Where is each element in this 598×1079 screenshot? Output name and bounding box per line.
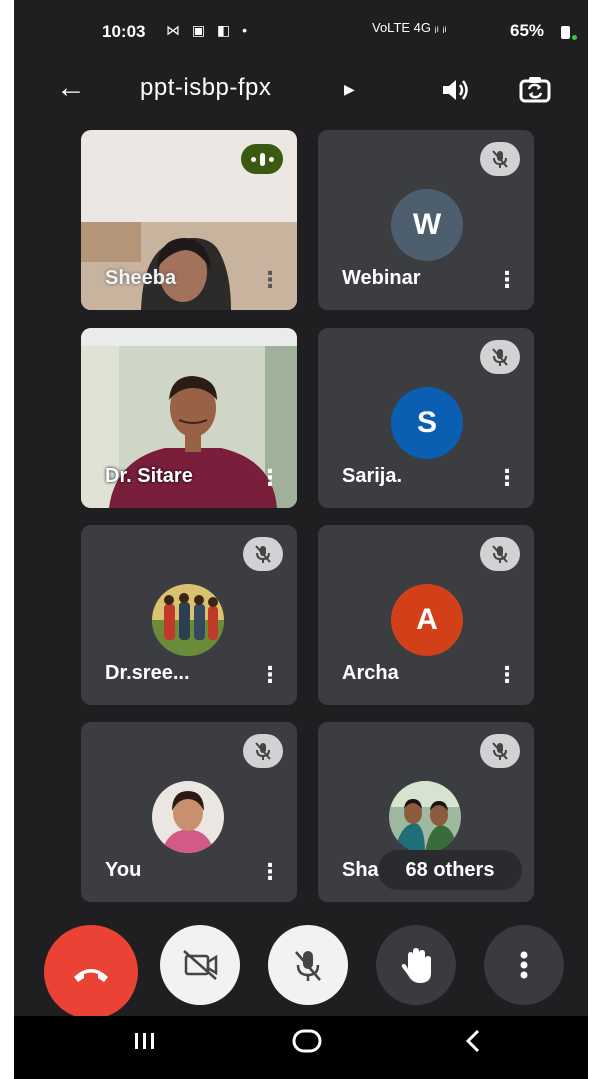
participant-avatar-photo — [152, 584, 224, 656]
mic-muted-icon — [243, 537, 283, 571]
status-time: 10:03 — [102, 22, 146, 41]
charging-dot-icon — [572, 35, 577, 40]
system-nav-bar — [14, 1016, 588, 1079]
participant-avatar: W — [391, 189, 463, 261]
back-icon[interactable] — [460, 1028, 486, 1061]
home-icon[interactable] — [291, 1028, 323, 1061]
participant-more-icon[interactable]: ⋮ — [496, 267, 518, 293]
battery-percent: 65% — [510, 21, 545, 40]
participant-name: Sha — [342, 859, 379, 881]
participant-more-icon[interactable]: ⋮ — [259, 465, 281, 491]
microphone-toggle-button[interactable] — [268, 925, 348, 1005]
mic-muted-icon — [480, 537, 520, 571]
participant-name: You — [105, 859, 142, 881]
status-bar: 10:03 ⋈ ▣ ◧ • VoLTE 4G ᵢₗ ᵢₗ 65% — [14, 0, 588, 62]
chevron-right-icon[interactable]: ▶ — [344, 81, 355, 98]
participant-more-icon[interactable]: ⋮ — [496, 662, 518, 688]
participant-tile-others[interactable]: Sha 68 others — [318, 722, 534, 902]
call-header: ← ppt-isbp-fpx ▶ — [14, 62, 588, 122]
participant-tile-webinar[interactable]: W Webinar ⋮ — [318, 130, 534, 310]
participant-name: Sheeba — [105, 267, 177, 289]
mic-muted-icon — [243, 734, 283, 768]
participant-avatar-photo — [152, 781, 224, 853]
participant-more-icon[interactable]: ⋮ — [259, 267, 281, 293]
participant-more-icon[interactable]: ⋮ — [259, 859, 281, 885]
participant-tile-archa[interactable]: A Archa ⋮ — [318, 525, 534, 705]
participant-tile-dr-sitare[interactable]: Dr. Sitare ⋮ — [81, 328, 297, 508]
participant-name: Webinar — [342, 267, 421, 289]
participant-more-icon[interactable]: ⋮ — [259, 662, 281, 688]
mic-muted-icon — [480, 340, 520, 374]
raise-hand-icon — [401, 948, 431, 983]
end-call-button[interactable] — [44, 925, 138, 1019]
mic-muted-icon — [480, 734, 520, 768]
participant-tile-sarija[interactable]: S Sarija. ⋮ — [318, 328, 534, 508]
raise-hand-button[interactable] — [376, 925, 456, 1005]
more-vertical-icon — [520, 951, 528, 979]
participant-tile-sheeba[interactable]: Sheeba ⋮ — [81, 130, 297, 310]
participant-avatar-photo — [389, 781, 461, 853]
participant-avatar: A — [391, 584, 463, 656]
mic-off-icon — [295, 951, 321, 981]
camera-toggle-button[interactable] — [160, 925, 240, 1005]
switch-camera-icon[interactable] — [518, 74, 552, 106]
battery-icon — [561, 26, 570, 39]
participant-avatar: S — [391, 387, 463, 459]
signal-icons: VoLTE 4G ᵢₗ ᵢₗ — [372, 20, 447, 35]
notification-icons: ⋈ ▣ ◧ • — [166, 22, 252, 38]
participant-name: Dr.sree... — [105, 662, 190, 684]
back-arrow-icon[interactable]: ← — [56, 70, 86, 106]
participant-tile-you[interactable]: You ⋮ — [81, 722, 297, 902]
participant-name: Dr. Sitare — [105, 465, 193, 487]
participant-tile-dr-sree[interactable]: Dr.sree... ⋮ — [81, 525, 297, 705]
meet-app-screen: 10:03 ⋈ ▣ ◧ • VoLTE 4G ᵢₗ ᵢₗ 65% ← ppt-i… — [14, 0, 588, 1079]
speaking-indicator-icon — [241, 144, 283, 174]
participant-more-icon[interactable]: ⋮ — [496, 465, 518, 491]
meeting-code[interactable]: ppt-isbp-fpx — [140, 74, 271, 102]
participant-name: Archa — [342, 662, 399, 684]
camera-off-icon — [183, 950, 218, 980]
more-options-button[interactable] — [484, 925, 564, 1005]
hang-up-icon — [74, 969, 108, 982]
recent-apps-icon[interactable] — [132, 1028, 158, 1061]
participant-name: Sarija. — [342, 465, 403, 487]
mic-muted-icon — [480, 142, 520, 176]
others-count-badge[interactable]: 68 others — [378, 850, 522, 890]
speaker-icon[interactable] — [440, 76, 472, 104]
